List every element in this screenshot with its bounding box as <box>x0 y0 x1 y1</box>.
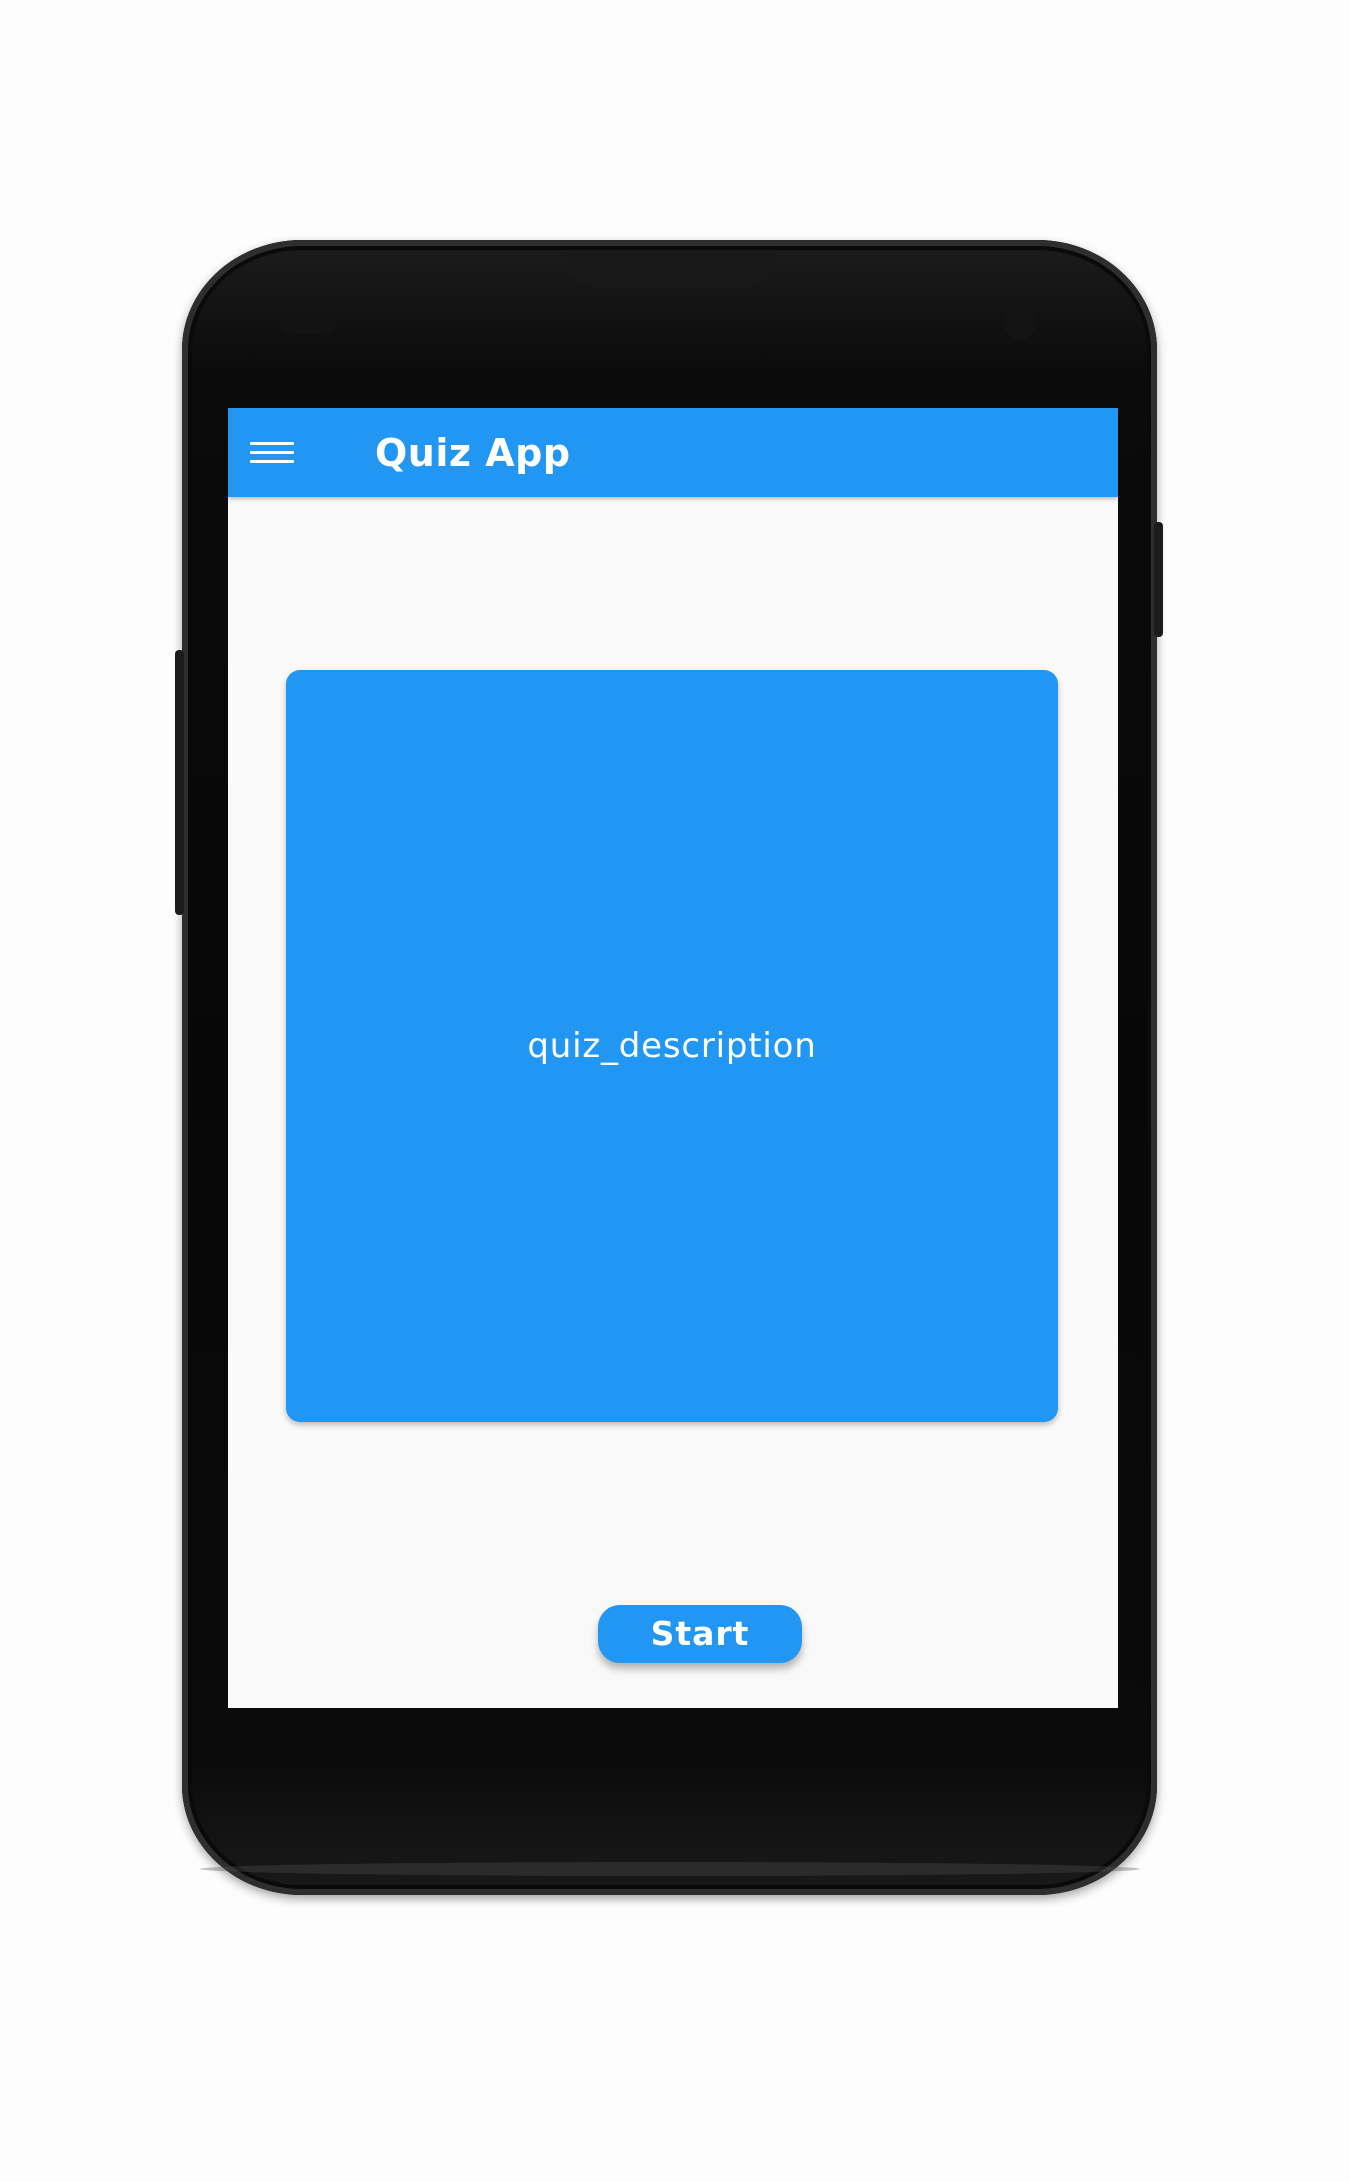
hamburger-menu-icon[interactable] <box>250 442 294 464</box>
power-button <box>1154 522 1163 637</box>
page: Quiz App quiz_description Start <box>0 0 1350 2182</box>
quiz-description-text: quiz_description <box>527 1026 817 1066</box>
phone-bottom-edge <box>200 1862 1140 1876</box>
quiz-description-card: quiz_description <box>286 670 1058 1422</box>
app-screen: Quiz App quiz_description Start <box>228 408 1118 1708</box>
phone-sensor <box>280 312 336 334</box>
start-button[interactable]: Start <box>598 1605 802 1663</box>
volume-button <box>175 650 184 915</box>
front-camera-icon <box>1003 306 1037 340</box>
phone-speaker-grille <box>565 254 775 288</box>
menu-line <box>250 451 294 454</box>
app-bar: Quiz App <box>228 408 1118 497</box>
menu-line <box>250 442 294 445</box>
app-title: Quiz App <box>375 431 571 475</box>
menu-line <box>250 460 294 463</box>
